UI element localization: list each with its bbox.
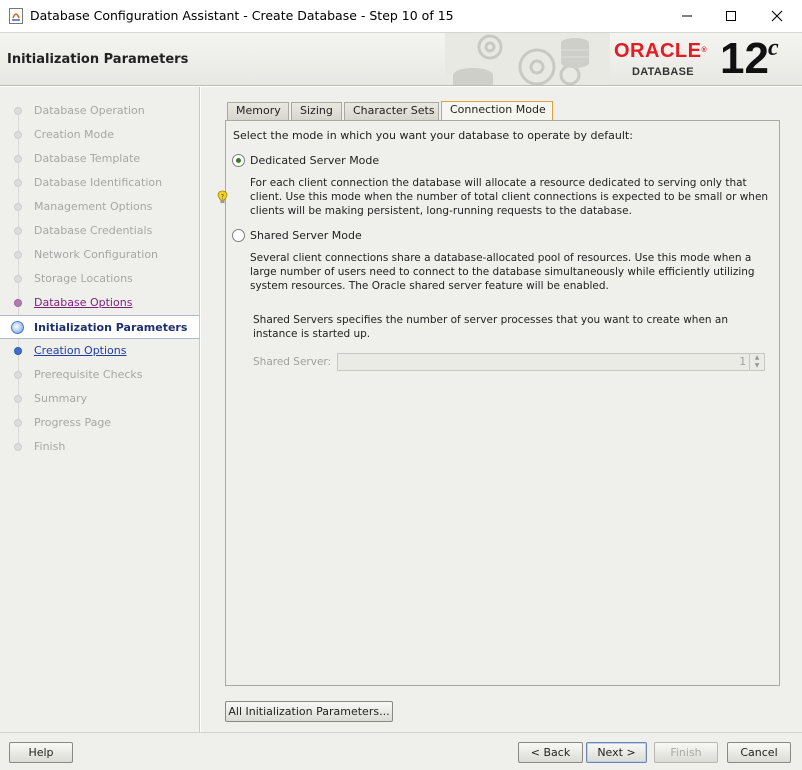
version-suffix: c — [768, 35, 779, 61]
current-step-icon — [11, 321, 24, 334]
oracle-logo: ORACLE® — [614, 40, 708, 62]
shared-server-field-label: Shared Server: — [253, 356, 332, 368]
database-label: DATABASE — [632, 66, 694, 78]
step-dot-icon — [14, 227, 22, 235]
step-dot-icon — [14, 395, 22, 403]
step-storage-locations: Storage Locations — [0, 267, 199, 291]
intro-text: Select the mode in which you want your d… — [233, 129, 633, 142]
step-dot-icon — [14, 443, 22, 451]
step-label[interactable]: Creation Options — [34, 344, 126, 357]
step-dot-icon — [14, 419, 22, 427]
close-icon — [771, 10, 783, 22]
step-dot-icon — [14, 179, 22, 187]
dedicated-server-label[interactable]: Dedicated Server Mode — [250, 154, 379, 167]
step-dot-icon — [14, 275, 22, 283]
step-prerequisite-checks: Prerequisite Checks — [0, 363, 199, 387]
shared-server-spinner[interactable]: 1 ▲ ▼ — [337, 353, 766, 371]
minimize-button[interactable] — [664, 4, 710, 28]
minimize-icon — [682, 15, 692, 17]
step-creation-mode: Creation Mode — [0, 123, 199, 147]
step-label: Database Identification — [34, 176, 163, 189]
step-database-credentials: Database Credentials — [0, 219, 199, 243]
hint-lightbulb-icon: ? — [217, 190, 228, 208]
shared-server-field: Shared Server: 1 ▲ ▼ — [253, 353, 766, 371]
step-label: Summary — [34, 392, 88, 405]
tab-memory[interactable]: Memory — [227, 102, 289, 120]
help-button[interactable]: Help — [9, 742, 73, 763]
cancel-button[interactable]: Cancel — [727, 742, 791, 763]
window-title: Database Configuration Assistant - Creat… — [30, 8, 454, 23]
shared-server-description: Several client connections share a datab… — [250, 252, 755, 292]
svg-text:?: ? — [221, 193, 224, 200]
step-management-options: Management Options — [0, 195, 199, 219]
step-label: Database Operation — [34, 104, 145, 117]
dedicated-server-option[interactable]: Dedicated Server Mode — [232, 154, 379, 167]
maximize-button[interactable] — [708, 4, 754, 28]
shared-servers-help-text: Shared Servers specifies the number of s… — [253, 314, 729, 340]
back-button[interactable]: < Back — [518, 742, 583, 763]
steps-panel: Database Operation Creation Mode Databas… — [0, 87, 200, 732]
spinner-down-icon[interactable]: ▼ — [750, 362, 764, 370]
step-dot-icon — [14, 203, 22, 211]
step-database-template: Database Template — [0, 147, 199, 171]
oracle-brand-text: ORACLE — [614, 40, 702, 62]
step-label: Database Template — [34, 152, 141, 165]
step-dot-icon — [14, 299, 22, 307]
step-label: Management Options — [34, 200, 153, 213]
tab-sizing[interactable]: Sizing — [291, 102, 342, 120]
step-dot-icon — [14, 155, 22, 163]
all-init-params-button[interactable]: All Initialization Parameters... — [225, 701, 393, 722]
step-label[interactable]: Database Options — [34, 296, 132, 309]
step-summary: Summary — [0, 387, 199, 411]
step-initialization-parameters: Initialization Parameters — [0, 315, 199, 339]
step-dot-icon — [14, 347, 22, 355]
finish-button: Finish — [654, 742, 718, 763]
step-dot-icon — [14, 107, 22, 115]
step-label: Network Configuration — [34, 248, 159, 261]
close-button[interactable] — [754, 4, 800, 28]
version-number: 12 — [720, 34, 769, 83]
gears-graphic — [445, 33, 610, 85]
tab-character-sets[interactable]: Character Sets — [344, 102, 439, 120]
java-app-icon — [9, 8, 23, 24]
step-label: Prerequisite Checks — [34, 368, 143, 381]
step-label: Database Credentials — [34, 224, 153, 237]
shared-server-radio[interactable] — [232, 229, 245, 242]
step-label: Finish — [34, 440, 66, 453]
step-database-options[interactable]: Database Options — [0, 291, 199, 315]
dedicated-server-radio[interactable] — [232, 154, 245, 167]
step-finish: Finish — [0, 435, 199, 459]
shared-server-label[interactable]: Shared Server Mode — [250, 229, 362, 242]
connection-mode-panel: Select the mode in which you want your d… — [217, 120, 780, 686]
step-dot-icon — [14, 371, 22, 379]
spinner-up-icon[interactable]: ▲ — [750, 354, 764, 362]
next-button[interactable]: Next > — [586, 742, 647, 763]
step-dot-icon — [14, 251, 22, 259]
step-progress-page: Progress Page — [0, 411, 199, 435]
step-database-identification: Database Identification — [0, 171, 199, 195]
bottom-button-bar: Help < Back Next > Finish Cancel — [0, 732, 802, 770]
header-banner: Initialization Parameters ORACLE® DATABA… — [0, 32, 802, 86]
dedicated-server-description: For each client connection the database … — [250, 177, 769, 217]
step-label: Progress Page — [34, 416, 112, 429]
main-panel: Memory Sizing Character Sets Connection … — [201, 87, 802, 732]
step-creation-options[interactable]: Creation Options — [0, 339, 199, 363]
step-network-configuration: Network Configuration — [0, 243, 199, 267]
maximize-icon — [726, 11, 736, 21]
step-database-operation: Database Operation — [0, 99, 199, 123]
tab-connection-mode[interactable]: Connection Mode — [441, 101, 553, 121]
shared-server-value: 1 — [739, 356, 747, 368]
window-titlebar: Database Configuration Assistant - Creat… — [0, 0, 802, 32]
spinner-arrows[interactable]: ▲ ▼ — [749, 354, 764, 370]
step-dot-icon — [14, 131, 22, 139]
step-label: Storage Locations — [34, 272, 133, 285]
step-label: Creation Mode — [34, 128, 115, 141]
page-title: Initialization Parameters — [7, 52, 189, 67]
shared-server-option[interactable]: Shared Server Mode — [232, 229, 362, 242]
step-label: Initialization Parameters — [34, 321, 188, 334]
